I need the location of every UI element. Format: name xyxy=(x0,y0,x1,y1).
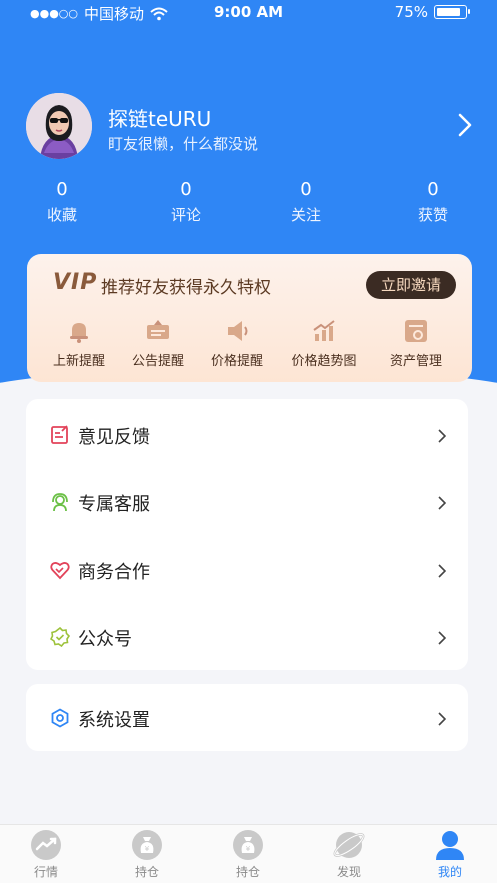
stat-label: 评论 xyxy=(170,206,201,224)
stat-value: 0 xyxy=(56,179,68,200)
menu-item-customer-service[interactable]: 专属客服 xyxy=(26,468,468,536)
perk-label: 资产管理 xyxy=(389,354,442,369)
status-bar: ●●●○○ 中国移动 9:00 AM 75% xyxy=(0,0,497,24)
stats-row: 0 收藏 0 评论 0 关注 0 获赞 xyxy=(0,180,497,225)
chevron-right-icon xyxy=(438,564,446,578)
holdings-bag-icon: ¥ xyxy=(132,830,162,860)
vip-card: VIP 推荐好友获得永久特权 立即邀请 上新提醒 公告提醒 价格提醒 价格趋势图… xyxy=(27,254,472,382)
tab-label: 发现 xyxy=(336,865,361,879)
invite-button[interactable]: 立即邀请 xyxy=(366,271,456,299)
menu-card: 意见反馈 专属客服 商务合作 公众号 xyxy=(26,399,468,670)
tab-market[interactable]: 行情 xyxy=(16,829,76,880)
asset-icon xyxy=(405,320,427,342)
handshake-heart-icon xyxy=(50,562,70,580)
tab-holdings[interactable]: ¥ 持仓 xyxy=(218,829,278,880)
speaker-icon xyxy=(228,321,248,341)
menu-item-label: 专属客服 xyxy=(78,494,150,515)
settings-card: 系统设置 xyxy=(26,684,468,751)
tab-discover[interactable]: 发现 xyxy=(319,829,379,880)
market-icon xyxy=(31,830,61,860)
perk-label: 上新提醒 xyxy=(52,354,105,369)
bell-icon xyxy=(70,323,88,343)
chevron-right-icon xyxy=(438,631,446,645)
perk-label: 价格提醒 xyxy=(210,354,263,369)
stat-value: 0 xyxy=(427,179,439,200)
tab-label: 我的 xyxy=(437,865,462,879)
menu-item-official-account[interactable]: 公众号 xyxy=(26,603,468,671)
svg-text:¥: ¥ xyxy=(145,845,150,853)
stat-label: 获赞 xyxy=(417,206,448,224)
holdings-bag-icon: ¥ xyxy=(233,830,263,860)
profile-row[interactable]: 探链teURU 盯友很懒，什么都没说 xyxy=(26,93,476,159)
discover-planet-icon xyxy=(333,832,365,858)
menu-item-label: 意见反馈 xyxy=(78,427,150,448)
trend-chart-icon xyxy=(313,320,335,341)
stat-comments[interactable]: 0 评论 xyxy=(151,180,221,225)
tab-label: 行情 xyxy=(33,865,58,879)
perk-announcement-alert[interactable]: 公告提醒 xyxy=(118,316,198,369)
notice-icon xyxy=(147,320,169,339)
menu-item-label: 系统设置 xyxy=(78,710,150,731)
stat-label: 关注 xyxy=(290,206,321,224)
stat-likes[interactable]: 0 获赞 xyxy=(398,180,468,225)
username: 探链teURU xyxy=(108,107,212,131)
bio: 盯友很懒，什么都没说 xyxy=(108,135,259,153)
perk-price-trend[interactable]: 价格趋势图 xyxy=(284,316,364,369)
chevron-right-icon xyxy=(438,429,446,443)
stat-value: 0 xyxy=(300,179,312,200)
menu-item-feedback[interactable]: 意见反馈 xyxy=(26,401,468,469)
tab-bar: 行情 ¥ 持仓 ¥ 持仓 发现 我的 xyxy=(0,824,497,883)
stat-value: 0 xyxy=(180,179,192,200)
feedback-icon xyxy=(51,425,68,444)
tab-label: 持仓 xyxy=(134,865,159,879)
tab-label: 持仓 xyxy=(235,865,260,879)
vip-badge: VIP xyxy=(53,270,98,295)
official-account-icon xyxy=(50,627,70,647)
battery-percent: 75% xyxy=(394,3,428,21)
stat-following[interactable]: 0 关注 xyxy=(271,180,341,225)
tab-holdings[interactable]: ¥ 持仓 xyxy=(117,829,177,880)
chevron-right-icon[interactable] xyxy=(458,113,472,137)
perk-label: 公告提醒 xyxy=(131,354,184,369)
tab-profile[interactable]: 我的 xyxy=(420,829,480,880)
menu-item-label: 公众号 xyxy=(78,629,132,650)
avatar[interactable] xyxy=(26,93,92,159)
chevron-right-icon xyxy=(438,712,446,726)
stat-favorites[interactable]: 0 收藏 xyxy=(27,180,97,225)
perk-label: 价格趋势图 xyxy=(291,354,357,369)
customer-service-icon xyxy=(52,493,68,512)
menu-item-label: 商务合作 xyxy=(78,562,150,583)
perk-price-alert[interactable]: 价格提醒 xyxy=(197,316,277,369)
chevron-right-icon xyxy=(438,496,446,510)
battery-icon xyxy=(434,5,470,19)
perk-asset-management[interactable]: 资产管理 xyxy=(376,316,456,369)
settings-icon xyxy=(51,708,69,728)
stat-label: 收藏 xyxy=(46,206,77,224)
profile-icon xyxy=(436,831,464,860)
battery-info: 75% xyxy=(394,3,470,21)
perk-new-arrival-alert[interactable]: 上新提醒 xyxy=(39,316,119,369)
menu-item-business[interactable]: 商务合作 xyxy=(26,536,468,604)
vip-title: 推荐好友获得永久特权 xyxy=(101,278,271,298)
menu-item-settings[interactable]: 系统设置 xyxy=(26,684,468,752)
svg-text:¥: ¥ xyxy=(246,845,251,853)
